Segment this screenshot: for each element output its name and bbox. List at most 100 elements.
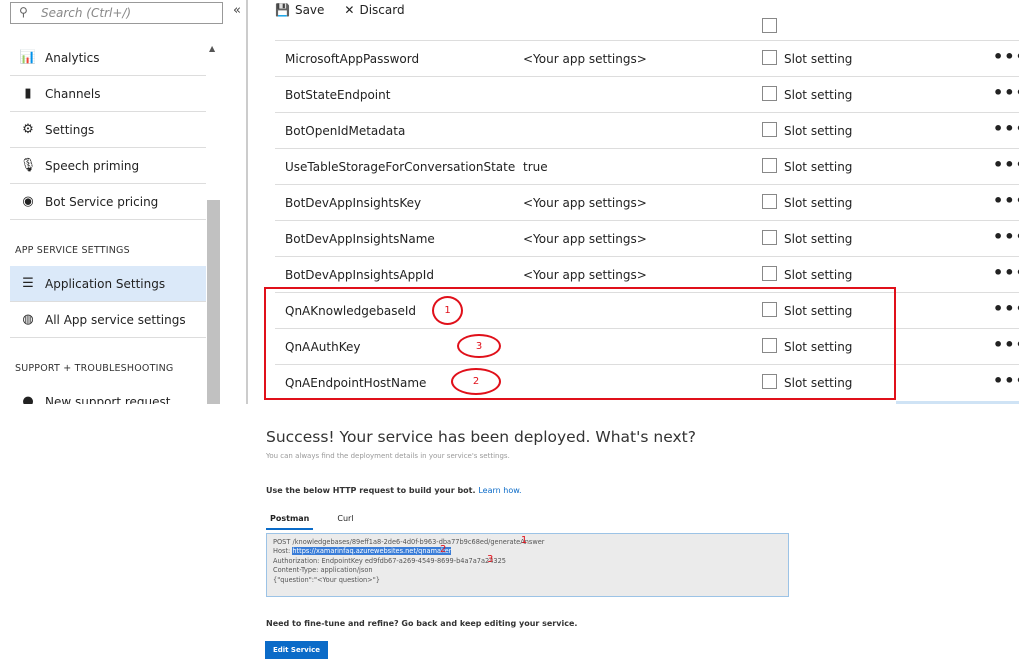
setting-name[interactable]: BotDevAppInsightsAppId (285, 268, 434, 282)
settings-row-partial (275, 4, 1019, 41)
list-icon: ☰ (22, 276, 34, 291)
code-line-content-type: Content-Type: application/json (273, 566, 373, 575)
setting-name[interactable]: UseTableStorageForConversationState (285, 160, 515, 174)
slot-checkbox[interactable] (762, 194, 777, 209)
slot-checkbox[interactable] (762, 86, 777, 101)
section-app-service-settings: APP SERVICE SETTINGS (15, 245, 130, 256)
code-line-host: Host: https://xamarinfaq.azurewebsites.n… (273, 547, 782, 556)
more-options-icon[interactable]: ••• (993, 227, 1019, 246)
annotation-1: 1 (432, 296, 463, 325)
sidebar: ⚲ Search (Ctrl+/) « ▲ APP SERVICE SETTING… (0, 0, 248, 404)
sidebar-item-label: Application Settings (45, 276, 166, 291)
support-icon: ● (22, 394, 34, 404)
gear-icon: ⚙ (22, 122, 34, 137)
setting-name[interactable]: BotStateEndpoint (285, 88, 390, 102)
settings-row: BotOpenIdMetadata Slot setting ••• (275, 112, 1019, 148)
more-options-icon[interactable]: ••• (993, 335, 1019, 354)
tab-postman[interactable]: Postman (266, 512, 314, 530)
annotation-2: 2 (451, 368, 501, 395)
sidebar-scrollbar[interactable] (207, 200, 220, 404)
slot-checkbox[interactable] (762, 122, 777, 137)
deployment-success-panel: Success! Your service has been deployed.… (0, 404, 1019, 666)
instructions: Use the below HTTP request to build your… (266, 486, 522, 495)
slot-checkbox[interactable] (762, 50, 777, 65)
slot-checkbox[interactable] (762, 266, 777, 281)
setting-name[interactable]: MicrosoftAppPassword (285, 52, 419, 66)
search-input[interactable]: ⚲ Search (Ctrl+/) (10, 2, 223, 24)
setting-value[interactable]: <Your app settings> (523, 268, 647, 282)
sidebar-item-application-settings[interactable]: ☰ Application Settings (10, 266, 206, 302)
more-options-icon[interactable]: ••• (993, 47, 1019, 66)
learn-how-link[interactable]: Learn how. (478, 486, 521, 495)
setting-name[interactable]: BotDevAppInsightsKey (285, 196, 421, 210)
chart-icon: 📊 (19, 50, 37, 65)
slot-setting-label: Slot setting (784, 88, 853, 102)
slot-setting-label: Slot setting (784, 232, 853, 246)
setting-name[interactable]: BotOpenIdMetadata (285, 124, 405, 138)
sidebar-item-new-support-request[interactable]: ● New support request (10, 384, 206, 404)
sidebar-item-settings[interactable]: ⚙ Settings (10, 112, 206, 148)
settings-row: BotDevAppInsightsKey <Your app settings> S… (275, 184, 1019, 220)
setting-value[interactable]: <Your app settings> (523, 52, 647, 66)
sidebar-item-channels[interactable]: ▮ Channels (10, 76, 206, 112)
slot-setting-label: Slot setting (784, 160, 853, 174)
sidebar-item-label: Speech priming (45, 158, 140, 173)
http-request-box[interactable]: POST /knowledgebases/89eff1a8-2de6-4d0f-… (266, 533, 789, 597)
edit-service-button[interactable]: Edit Service (265, 641, 328, 659)
slot-setting-label: Slot setting (784, 196, 853, 210)
channels-icon: ▮ (24, 86, 32, 101)
sidebar-item-label: All App service settings (45, 312, 186, 327)
code-annotation-2: 2 (440, 544, 447, 555)
setting-value[interactable]: true (523, 160, 548, 174)
more-options-icon[interactable]: ••• (993, 263, 1019, 282)
slot-setting-label: Slot setting (784, 52, 853, 66)
tab-curl[interactable]: Curl (333, 512, 357, 530)
slot-checkbox[interactable] (762, 18, 777, 33)
sidebar-item-label: Channels (45, 86, 101, 101)
sidebar-item-label: Analytics (45, 50, 100, 65)
setting-name[interactable]: BotDevAppInsightsName (285, 232, 435, 246)
code-line-body: {"question":"<Your question>"} (273, 575, 380, 584)
code-line-post: POST /knowledgebases/89eff1a8-2de6-4d0f-… (273, 538, 545, 546)
host-value: https://xamarinfaq.azurewebsites.net/qna… (292, 547, 452, 556)
setting-value[interactable]: <Your app settings> (523, 196, 647, 210)
slot-setting-label: Slot setting (784, 268, 853, 282)
scroll-up-arrow-icon[interactable]: ▲ (209, 44, 215, 53)
sidebar-item-analytics[interactable]: 📊 Analytics (10, 40, 206, 76)
sidebar-item-bot-service-pricing[interactable]: ◉ Bot Service pricing (10, 184, 206, 220)
sidebar-item-label: New support request (45, 394, 171, 405)
more-options-icon[interactable]: ••• (993, 119, 1019, 138)
slot-setting-label: Slot setting (784, 124, 853, 138)
fine-tune-text: Need to fine-tune and refine? Go back an… (266, 619, 578, 628)
sidebar-item-speech-priming[interactable]: 🎙 Speech priming (10, 148, 206, 184)
more-options-icon[interactable]: ••• (993, 299, 1019, 318)
code-annotation-1: 1 (521, 535, 528, 546)
annotation-3: 3 (457, 334, 501, 358)
section-support: SUPPORT + TROUBLESHOOTING (15, 363, 174, 374)
settings-row: MicrosoftAppPassword <Your app settings> S… (275, 40, 1019, 76)
collapse-sidebar-button[interactable]: « (233, 3, 241, 18)
code-line-auth: Authorization: EndpointKey ed9fdb67-a269… (273, 556, 506, 565)
settings-row: BotStateEndpoint Slot setting ••• (275, 76, 1019, 112)
more-options-icon[interactable]: ••• (993, 83, 1019, 102)
host-label: Host: (273, 547, 293, 556)
azure-portal-panel: ⚲ Search (Ctrl+/) « ▲ APP SERVICE SETTING… (0, 0, 1019, 404)
request-tabs: Postman Curl (266, 512, 358, 530)
more-options-icon[interactable]: ••• (993, 155, 1019, 174)
slot-checkbox[interactable] (762, 158, 777, 173)
more-options-icon[interactable]: ••• (993, 191, 1019, 210)
search-placeholder: Search (Ctrl+/) (41, 6, 132, 20)
sidebar-item-label: Bot Service pricing (45, 194, 159, 209)
slot-checkbox[interactable] (762, 230, 777, 245)
more-options-icon[interactable]: ••• (993, 371, 1019, 390)
subtitle: You can always find the deployment detai… (266, 452, 510, 460)
setting-value[interactable]: <Your app settings> (523, 232, 647, 246)
highlight-box (264, 287, 896, 400)
sidebar-item-label: Settings (45, 122, 95, 137)
settings-row: UseTableStorageForConversationState true S… (275, 148, 1019, 184)
sidebar-item-all-app-service-settings[interactable]: ◍ All App service settings (10, 302, 206, 338)
app-service-icon: ◍ (22, 312, 34, 327)
code-annotation-3: 3 (487, 554, 494, 565)
page-title: Success! Your service has been deployed.… (266, 428, 696, 446)
settings-row: BotDevAppInsightsName <Your app settings>… (275, 220, 1019, 256)
